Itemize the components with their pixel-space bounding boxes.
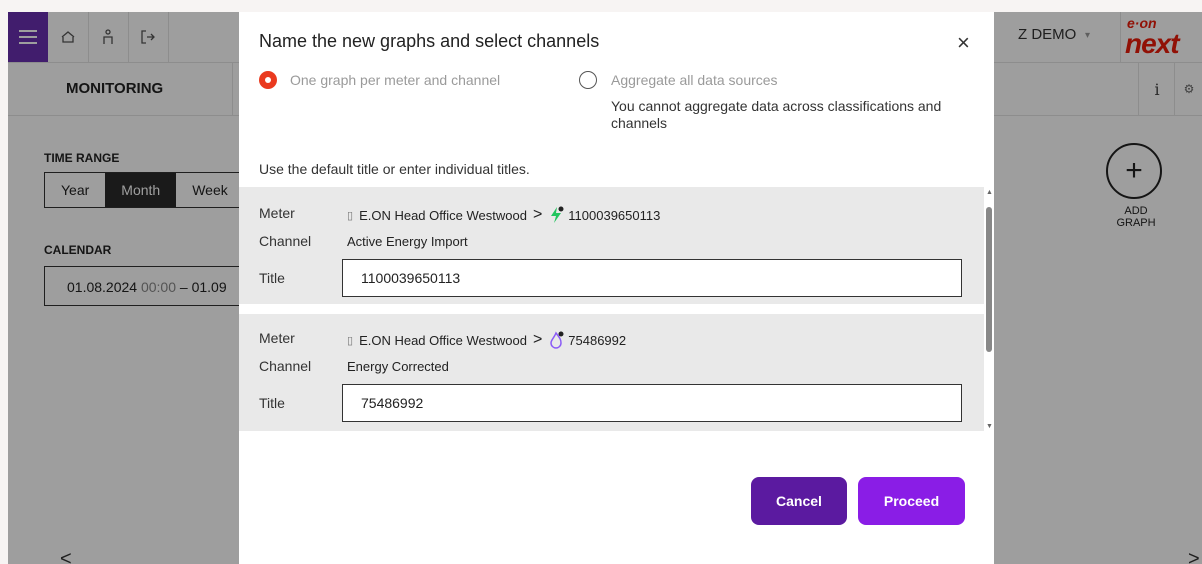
radio-one-graph-per-meter[interactable] <box>259 71 277 89</box>
close-icon[interactable]: × <box>957 32 970 54</box>
scrollbar-thumb[interactable] <box>986 207 992 352</box>
graph-entry: Meter ▯ E.ON Head Office Westwood > 1100… <box>239 187 984 304</box>
dialog-title: Name the new graphs and select channels <box>259 31 600 51</box>
graph-entry: Meter ▯ E.ON Head Office Westwood > 7548… <box>239 314 984 431</box>
channel-label: Channel <box>259 233 312 249</box>
cancel-button[interactable]: Cancel <box>751 477 847 525</box>
radio-aggregate-all[interactable] <box>579 71 597 89</box>
meter-label: Meter <box>259 205 295 221</box>
meter-label: Meter <box>259 330 295 346</box>
graph-title-input[interactable] <box>342 259 962 297</box>
new-graphs-dialog: Name the new graphs and select channels … <box>239 12 994 564</box>
title-hint: Use the default title or enter individua… <box>259 161 530 177</box>
channel-value: Energy Corrected <box>347 359 449 374</box>
gas-icon <box>550 331 564 349</box>
meter-site: E.ON Head Office Westwood <box>359 207 527 223</box>
radio-one-graph-per-meter-label[interactable]: One graph per meter and channel <box>290 72 500 88</box>
building-icon: ▯ <box>347 209 354 222</box>
proceed-button[interactable]: Proceed <box>858 477 965 525</box>
building-icon: ▯ <box>347 334 354 347</box>
meter-site: E.ON Head Office Westwood <box>359 332 527 348</box>
meter-id: 75486992 <box>568 332 627 348</box>
meter-path: ▯ E.ON Head Office Westwood > 1100039650… <box>347 206 660 224</box>
meter-path: ▯ E.ON Head Office Westwood > 75486992 <box>347 331 626 349</box>
electricity-icon <box>551 206 564 223</box>
radio-aggregate-all-label[interactable]: Aggregate all data sources <box>611 72 778 88</box>
path-separator: > <box>532 331 543 348</box>
aggregate-note: You cannot aggregate data across classif… <box>611 98 942 131</box>
path-separator: > <box>532 206 543 223</box>
graph-entries-list: Meter ▯ E.ON Head Office Westwood > 1100… <box>239 187 984 431</box>
graph-title-input[interactable] <box>342 384 962 422</box>
meter-id: 1100039650113 <box>568 207 661 223</box>
channel-value: Active Energy Import <box>347 234 468 249</box>
entries-scrollbar[interactable]: ▲ ▼ <box>984 187 994 431</box>
scroll-down-icon[interactable]: ▼ <box>986 423 993 430</box>
scroll-up-icon[interactable]: ▲ <box>986 189 993 196</box>
title-label: Title <box>259 270 285 286</box>
channel-label: Channel <box>259 358 312 374</box>
title-label: Title <box>259 395 285 411</box>
